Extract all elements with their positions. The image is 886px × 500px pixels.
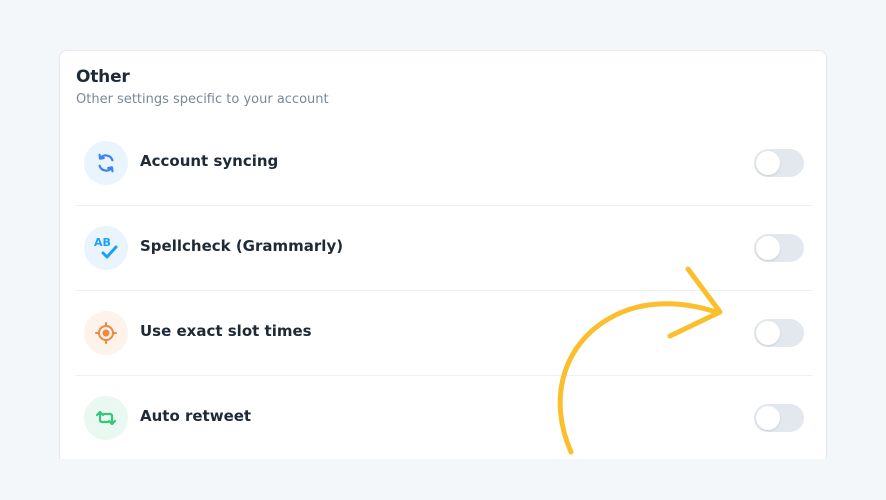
auto-retweet-toggle[interactable] xyxy=(754,404,804,432)
setting-row-spellcheck: AB Spellcheck (Grammarly) xyxy=(76,206,812,291)
setting-label: Spellcheck (Grammarly) xyxy=(140,237,344,255)
section-title: Other xyxy=(76,67,130,87)
exact-slot-times-toggle[interactable] xyxy=(754,319,804,347)
toggle-knob xyxy=(756,406,780,430)
toggle-knob xyxy=(756,151,780,175)
section-subtitle: Other settings specific to your account xyxy=(76,92,329,107)
setting-row-exact-slot-times: Use exact slot times xyxy=(76,291,812,376)
sync-icon xyxy=(84,141,128,185)
toggle-knob xyxy=(756,236,780,260)
spellcheck-icon: AB xyxy=(84,226,128,270)
toggle-knob xyxy=(756,321,780,345)
spellcheck-toggle[interactable] xyxy=(754,234,804,262)
account-syncing-toggle[interactable] xyxy=(754,149,804,177)
setting-label: Use exact slot times xyxy=(140,322,312,340)
page-background-bottom xyxy=(0,459,886,500)
retweet-icon xyxy=(84,396,128,440)
setting-row-account-syncing: Account syncing xyxy=(76,121,812,206)
setting-label: Account syncing xyxy=(140,152,279,170)
setting-row-auto-retweet: Auto retweet xyxy=(76,376,812,461)
settings-card: Other Other settings specific to your ac… xyxy=(59,50,827,480)
setting-label: Auto retweet xyxy=(140,407,252,425)
spellcheck-icon-text: AB xyxy=(94,236,111,249)
target-icon xyxy=(84,311,128,355)
